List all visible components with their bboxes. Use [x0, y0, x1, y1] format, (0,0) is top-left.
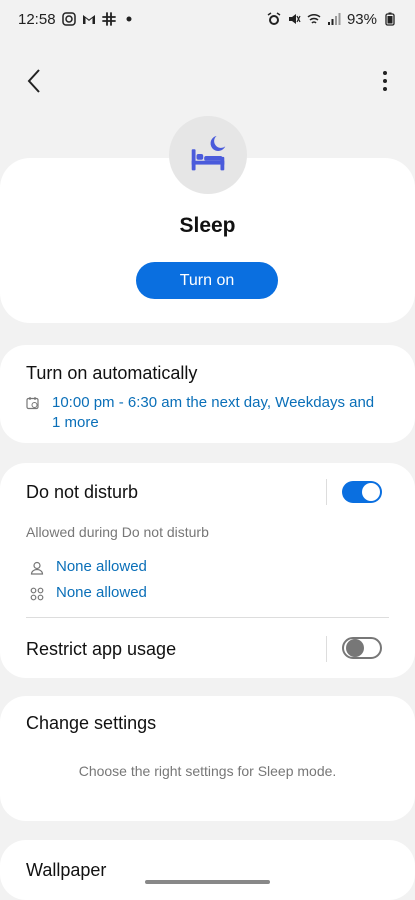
do-not-disturb-title[interactable]: Do not disturb: [26, 482, 138, 503]
toggle-knob: [362, 483, 380, 501]
wifi-icon: [307, 12, 321, 26]
battery-icon: [383, 12, 397, 26]
turn-on-automatically-title: Turn on automatically: [26, 363, 198, 383]
status-time: 12:58: [18, 10, 56, 28]
toggle-divider: [326, 479, 327, 505]
mode-icon: [169, 116, 247, 194]
toggle-knob: [346, 639, 364, 657]
mute-icon: [287, 12, 301, 26]
toggle-divider: [326, 636, 327, 662]
allowed-apps-value: None allowed: [56, 584, 147, 601]
instagram-icon: [61, 12, 76, 26]
more-options-button[interactable]: [377, 68, 393, 96]
status-right: 93%: [267, 11, 397, 28]
status-bar: 12:58 93%: [0, 0, 415, 38]
change-settings-title: Change settings: [26, 713, 157, 733]
allowed-people-value: None allowed: [56, 558, 147, 575]
slack-icon: [101, 12, 116, 26]
restrict-app-usage-toggle[interactable]: [342, 637, 382, 659]
signal-icon: [327, 12, 341, 26]
more-vertical-icon: [383, 71, 387, 91]
mode-title: Sleep: [179, 214, 236, 237]
person-icon: [30, 561, 44, 575]
alarm-icon: [267, 12, 281, 26]
wallpaper-title: Wallpaper: [26, 860, 107, 880]
allowed-people-row[interactable]: None allowed: [30, 558, 147, 575]
do-not-disturb-card: Do not disturb Allowed during Do not dis…: [0, 463, 415, 678]
allowed-label: Allowed during Do not disturb: [26, 524, 209, 540]
change-settings-description: Choose the right settings for Sleep mode…: [78, 763, 337, 779]
calendar-clock-icon: [26, 397, 39, 410]
wallpaper-card[interactable]: Wallpaper: [0, 840, 415, 900]
turn-on-button[interactable]: Turn on: [136, 262, 278, 299]
section-divider: [26, 617, 389, 618]
gmail-icon: [82, 12, 96, 26]
status-left: 12:58: [18, 11, 136, 28]
schedule-text: 10:00 pm - 6:30 am the next day, Weekday…: [52, 394, 375, 431]
top-nav: [0, 58, 415, 104]
restrict-app-usage-title[interactable]: Restrict app usage: [26, 639, 176, 660]
battery-percent: 93%: [346, 10, 377, 28]
apps-icon: [30, 587, 44, 601]
do-not-disturb-toggle[interactable]: [342, 481, 382, 503]
notification-dot-icon: [122, 12, 136, 26]
allowed-apps-row[interactable]: None allowed: [30, 584, 147, 601]
back-button[interactable]: [20, 66, 50, 96]
change-settings-card[interactable]: Change settings Choose the right setting…: [0, 696, 415, 821]
schedule-row: 10:00 pm - 6:30 am the next day, Weekday…: [26, 393, 386, 433]
chevron-left-icon: [27, 69, 40, 93]
gesture-nav-bar[interactable]: [145, 880, 270, 884]
bed-icon: [191, 135, 226, 171]
turn-on-automatically-card[interactable]: Turn on automatically 10:00 pm - 6:30 am…: [0, 345, 415, 443]
